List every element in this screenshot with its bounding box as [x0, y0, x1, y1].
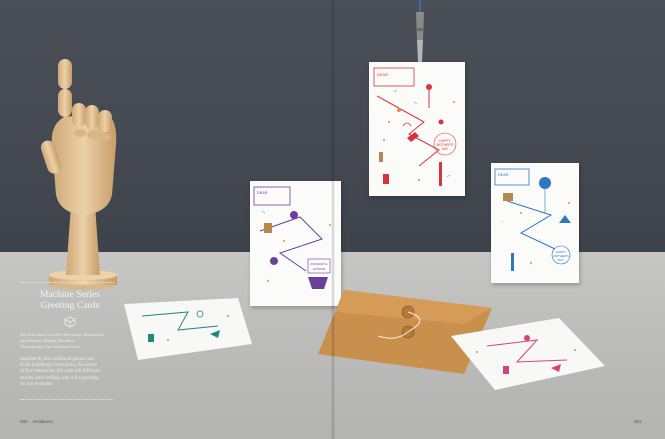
- footer-left: 080 Invitations: [20, 419, 53, 424]
- project-title: Machine Series Greeting Cards: [20, 290, 120, 312]
- to-label-purple: DEAR: [257, 191, 268, 195]
- to-label: DEAR: [377, 72, 388, 77]
- footer-right: 081: [634, 419, 642, 424]
- page-gutter: [331, 0, 335, 439]
- greeting-day: DAY: [442, 147, 449, 151]
- title-line-2: Greeting Cards: [40, 301, 100, 311]
- page-number-left: 080: [20, 419, 28, 424]
- description-line: for the recipient.: [20, 382, 54, 388]
- greeting-congrats-1: CONGRATU-: [310, 262, 328, 266]
- section-name: Invitations: [32, 419, 53, 424]
- description: Inspired by the childhood games and Rube…: [20, 357, 120, 389]
- title-line-1: Machine Series: [39, 290, 101, 300]
- greeting-congrats-2: LATIONS: [313, 267, 326, 271]
- dotted-rule-bottom: [20, 398, 114, 400]
- hanging-card-mothers-day-red: DEAR HAPPY MOTHER'S DAY: [369, 62, 465, 196]
- lying-card-teal: [124, 298, 252, 360]
- credits-line: Photography: Ian Grimbeek-brio: [20, 344, 81, 350]
- lying-card-pink: [451, 318, 605, 390]
- metal-clip: [416, 0, 424, 62]
- dotted-rule-top: [20, 282, 114, 284]
- cube-icon: [64, 316, 76, 328]
- greeting-day-blue: DAY: [558, 258, 564, 262]
- project-info: Machine Series Greeting Cards Art Direct…: [20, 282, 120, 400]
- page-number-right: 081: [634, 419, 642, 424]
- credits: Art Direction, Creative Direction, Illus…: [20, 332, 120, 351]
- to-label-blue: DEAR: [498, 173, 509, 177]
- wooden-hand-mannequin: [40, 59, 117, 290]
- book-spread: DEAR HAPPY MOTHER'S DAY DEAR HAPPY MOTHE…: [0, 0, 665, 439]
- standing-card-mothers-day-blue: DEAR HAPPY MOTHER'S DAY: [491, 163, 579, 283]
